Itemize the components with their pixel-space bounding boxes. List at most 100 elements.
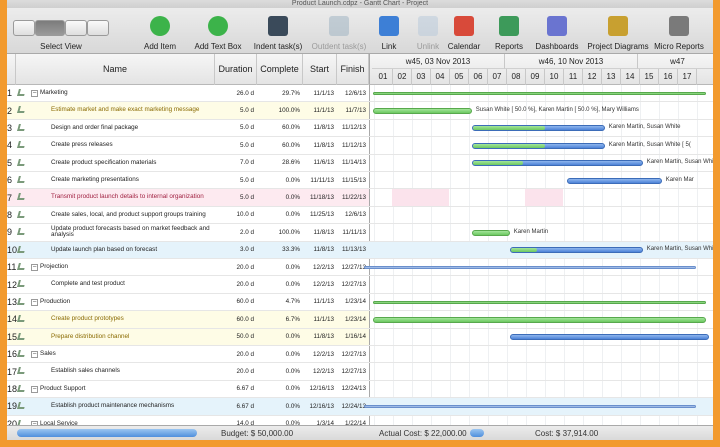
task-complete[interactable]: 60.0% bbox=[257, 137, 303, 153]
task-complete[interactable]: 0.0% bbox=[257, 276, 303, 292]
task-finish[interactable]: 1/23/14 bbox=[337, 311, 369, 327]
task-complete[interactable]: 0.0% bbox=[257, 172, 303, 188]
task-duration[interactable]: 7.0 d bbox=[215, 155, 257, 171]
task-name[interactable]: Projection bbox=[40, 259, 215, 275]
task-name[interactable]: Create marketing presentations bbox=[51, 172, 215, 188]
task-name[interactable]: Establish product maintenance mechanisms bbox=[51, 398, 215, 414]
task-finish[interactable]: 12/6/13 bbox=[337, 207, 369, 223]
task-complete[interactable]: 100.0% bbox=[257, 224, 303, 240]
task-duration[interactable]: 5.0 d bbox=[215, 137, 257, 153]
task-finish[interactable]: 1/22/14 bbox=[337, 416, 369, 425]
task-complete[interactable]: 0.0% bbox=[257, 329, 303, 345]
task-start[interactable]: 11/1/13 bbox=[303, 294, 337, 310]
task-start[interactable]: 12/16/13 bbox=[303, 381, 337, 397]
view-segment-4[interactable] bbox=[87, 20, 109, 36]
task-complete[interactable]: 29.7% bbox=[257, 85, 303, 101]
task-duration[interactable]: 3.0 d bbox=[215, 242, 257, 258]
task-duration[interactable]: 50.0 d bbox=[215, 329, 257, 345]
task-start[interactable]: 11/25/13 bbox=[303, 207, 337, 223]
task-complete[interactable]: 0.0% bbox=[257, 398, 303, 414]
view-segment-3[interactable] bbox=[65, 20, 87, 36]
task-name[interactable]: Prepare distribution channel bbox=[51, 329, 215, 345]
task-complete[interactable]: 100.0% bbox=[257, 102, 303, 118]
task-start[interactable]: 11/8/13 bbox=[303, 329, 337, 345]
task-bar[interactable] bbox=[363, 266, 696, 270]
task-group-row[interactable]: 1 − Marketing 26.0 d 29.7% 11/1/13 12/6/13 bbox=[7, 85, 713, 103]
task-finish[interactable]: 12/27/13 bbox=[337, 276, 369, 292]
task-name[interactable]: Create press releases bbox=[51, 137, 215, 153]
task-start[interactable]: 11/8/13 bbox=[303, 137, 337, 153]
task-complete[interactable]: 4.7% bbox=[257, 294, 303, 310]
table-horizontal-scrollbar[interactable] bbox=[17, 429, 197, 437]
task-complete[interactable]: 0.0% bbox=[257, 381, 303, 397]
task-finish[interactable]: 11/14/13 bbox=[337, 155, 369, 171]
task-complete[interactable]: 0.0% bbox=[257, 416, 303, 425]
task-start[interactable]: 11/18/13 bbox=[303, 189, 337, 205]
task-bar[interactable] bbox=[509, 247, 643, 254]
task-name[interactable]: Local Service bbox=[40, 416, 215, 425]
task-duration[interactable]: 10.0 d bbox=[215, 207, 257, 223]
task-group-row[interactable]: 13 − Production 60.0 d 4.7% 11/1/13 1/23/14 bbox=[7, 294, 713, 312]
task-start[interactable]: 12/2/13 bbox=[303, 276, 337, 292]
task-complete[interactable]: 60.0% bbox=[257, 120, 303, 136]
task-duration[interactable]: 20.0 d bbox=[215, 346, 257, 362]
task-bar[interactable] bbox=[566, 177, 662, 184]
select-view-control[interactable]: Select View bbox=[11, 8, 111, 54]
task-name[interactable]: Establish sales channels bbox=[51, 363, 215, 379]
task-finish[interactable]: 11/13/13 bbox=[337, 242, 369, 258]
task-finish[interactable]: 11/7/13 bbox=[337, 102, 369, 118]
task-duration[interactable]: 5.0 d bbox=[215, 102, 257, 118]
task-bar[interactable] bbox=[471, 125, 605, 132]
task-duration[interactable]: 5.0 d bbox=[215, 189, 257, 205]
task-name[interactable]: Update product forecasts based on market… bbox=[51, 224, 215, 240]
task-name[interactable]: Estimate market and make exact marketing… bbox=[51, 102, 215, 118]
task-group-row[interactable]: 18 − Product Support 6.67 d 0.0% 12/16/13 12/2… bbox=[7, 381, 713, 399]
task-name[interactable]: Update launch plan based on forecast bbox=[51, 242, 215, 258]
task-row[interactable]: 3 Design and order final package 5.0 d 60.0… bbox=[7, 120, 713, 138]
task-name[interactable]: Transmit product launch details to inter… bbox=[51, 189, 215, 205]
task-duration[interactable]: 20.0 d bbox=[215, 259, 257, 275]
task-bar[interactable] bbox=[471, 142, 605, 149]
task-finish[interactable]: 12/27/13 bbox=[337, 346, 369, 362]
chart-horizontal-scrollbar[interactable] bbox=[470, 429, 484, 437]
task-complete[interactable]: 6.7% bbox=[257, 311, 303, 327]
view-segment-gantt[interactable] bbox=[35, 20, 65, 36]
unlink-button[interactable]: Unlink bbox=[409, 8, 447, 54]
task-finish[interactable]: 12/6/13 bbox=[337, 85, 369, 101]
calendar-button[interactable]: Calendar bbox=[444, 8, 484, 54]
collapse-toggle-icon[interactable]: − bbox=[31, 351, 38, 358]
task-start[interactable]: 11/8/13 bbox=[303, 224, 337, 240]
task-complete[interactable]: 28.6% bbox=[257, 155, 303, 171]
task-start[interactable]: 12/2/13 bbox=[303, 346, 337, 362]
task-bar[interactable] bbox=[373, 316, 706, 323]
task-finish[interactable]: 11/12/13 bbox=[337, 137, 369, 153]
task-row[interactable]: 8 Create sales, local, and product suppor… bbox=[7, 207, 713, 225]
header-start[interactable]: Start bbox=[303, 54, 337, 85]
task-name[interactable]: Design and order final package bbox=[51, 120, 215, 136]
task-duration[interactable]: 20.0 d bbox=[215, 363, 257, 379]
task-complete[interactable]: 0.0% bbox=[257, 189, 303, 205]
task-name[interactable]: Sales bbox=[40, 346, 215, 362]
view-segment-1[interactable] bbox=[13, 20, 35, 36]
task-row[interactable]: 5 Create product specification materials 7… bbox=[7, 155, 713, 172]
task-group-row[interactable]: 20− Local Service 14.0 d 0.0% 1/3/14 1/22/14 bbox=[7, 416, 713, 425]
task-finish[interactable]: 1/16/14 bbox=[337, 329, 369, 345]
task-start[interactable]: 12/2/13 bbox=[303, 259, 337, 275]
task-bar[interactable] bbox=[363, 405, 696, 409]
task-row[interactable]: 4 Create press releases 5.0 d 60.0% 11/8/13 1… bbox=[7, 137, 713, 155]
collapse-toggle-icon[interactable]: − bbox=[31, 90, 38, 97]
task-row[interactable]: 7 Transmit product launch details to inte… bbox=[7, 189, 713, 207]
task-row[interactable]: 2 Estimate market and make exact marketin… bbox=[7, 102, 713, 120]
task-complete[interactable]: 0.0% bbox=[257, 346, 303, 362]
task-start[interactable]: 11/1/13 bbox=[303, 85, 337, 101]
add-item-button[interactable]: Add Item bbox=[135, 8, 185, 54]
task-duration[interactable]: 5.0 d bbox=[215, 172, 257, 188]
task-name[interactable]: Create product prototypes bbox=[51, 311, 215, 327]
header-duration[interactable]: Duration bbox=[215, 54, 257, 85]
task-start[interactable]: 11/1/13 bbox=[303, 311, 337, 327]
project-diagrams-button[interactable]: Project Diagrams bbox=[581, 8, 655, 54]
task-row[interactable]: 17 Establish sales channels 20.0 d 0.0% 12/2… bbox=[7, 363, 713, 381]
task-start[interactable]: 11/8/13 bbox=[303, 242, 337, 258]
task-duration[interactable]: 2.0 d bbox=[215, 224, 257, 240]
task-name[interactable]: Create sales, local, and product support… bbox=[51, 207, 215, 223]
